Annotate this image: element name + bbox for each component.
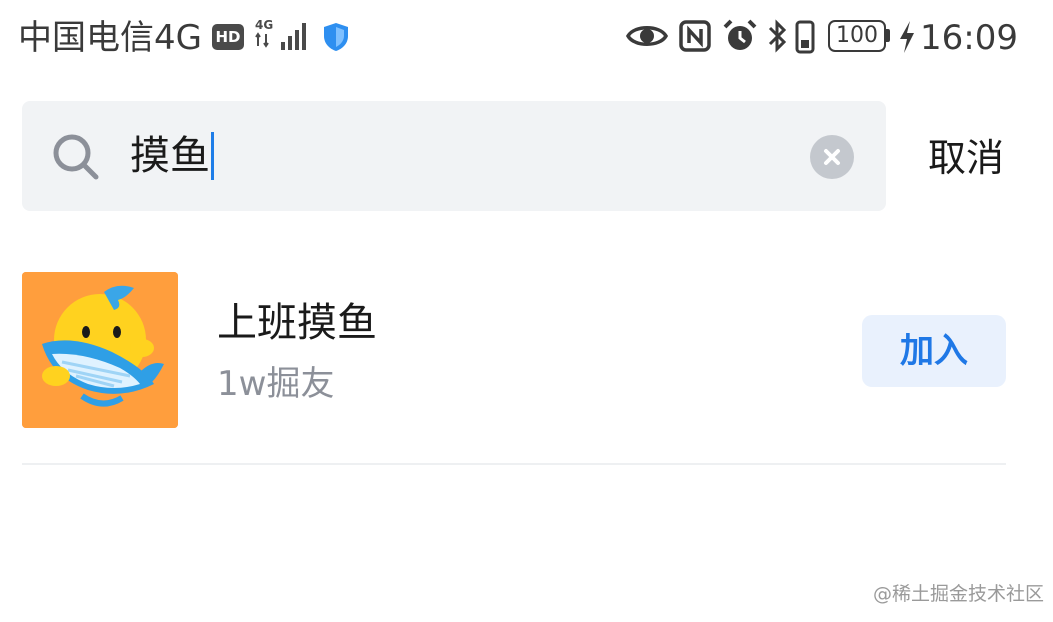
search-input[interactable]: 摸鱼	[130, 128, 214, 184]
clock: 16:09	[920, 18, 1018, 58]
clear-search-button[interactable]	[810, 135, 854, 179]
watermark: @稀土掘金技术社区	[873, 583, 1045, 605]
carrier-label: 中国电信4G	[18, 18, 202, 58]
divider	[22, 463, 1006, 465]
alarm-icon	[723, 19, 757, 50]
eye-comfort-icon	[626, 26, 668, 46]
battery-level: 100	[836, 23, 878, 48]
shield-icon	[324, 23, 348, 51]
group-avatar	[22, 272, 178, 428]
status-bar: 中国电信4G HD 4G 100 16:09	[0, 0, 1053, 78]
charging-icon	[900, 21, 914, 53]
bluetooth-icon	[768, 19, 787, 53]
battery-tip	[886, 29, 890, 42]
group-name: 上班摸鱼	[217, 300, 377, 346]
hd-badge: HD	[212, 24, 244, 50]
search-icon	[53, 134, 99, 180]
join-button[interactable]: 加入	[862, 315, 1006, 387]
network-4g-icon: 4G	[255, 18, 273, 48]
member-count: 1w掘友	[217, 364, 335, 404]
cancel-button[interactable]: 取消	[928, 133, 1004, 183]
whale-mascot-icon	[22, 272, 178, 428]
battery-indicator: 100	[828, 20, 886, 52]
search-result-item[interactable]: 上班摸鱼 1w掘友 加入	[22, 272, 1006, 430]
text-caret	[211, 132, 214, 180]
vibrate-icon	[795, 20, 815, 54]
network-type-label: 4G	[255, 18, 273, 32]
search-box[interactable]: 摸鱼	[22, 101, 886, 211]
nfc-icon	[679, 20, 711, 52]
close-icon	[824, 149, 840, 165]
search-query: 摸鱼	[130, 133, 210, 179]
signal-strength-icon	[281, 23, 306, 50]
